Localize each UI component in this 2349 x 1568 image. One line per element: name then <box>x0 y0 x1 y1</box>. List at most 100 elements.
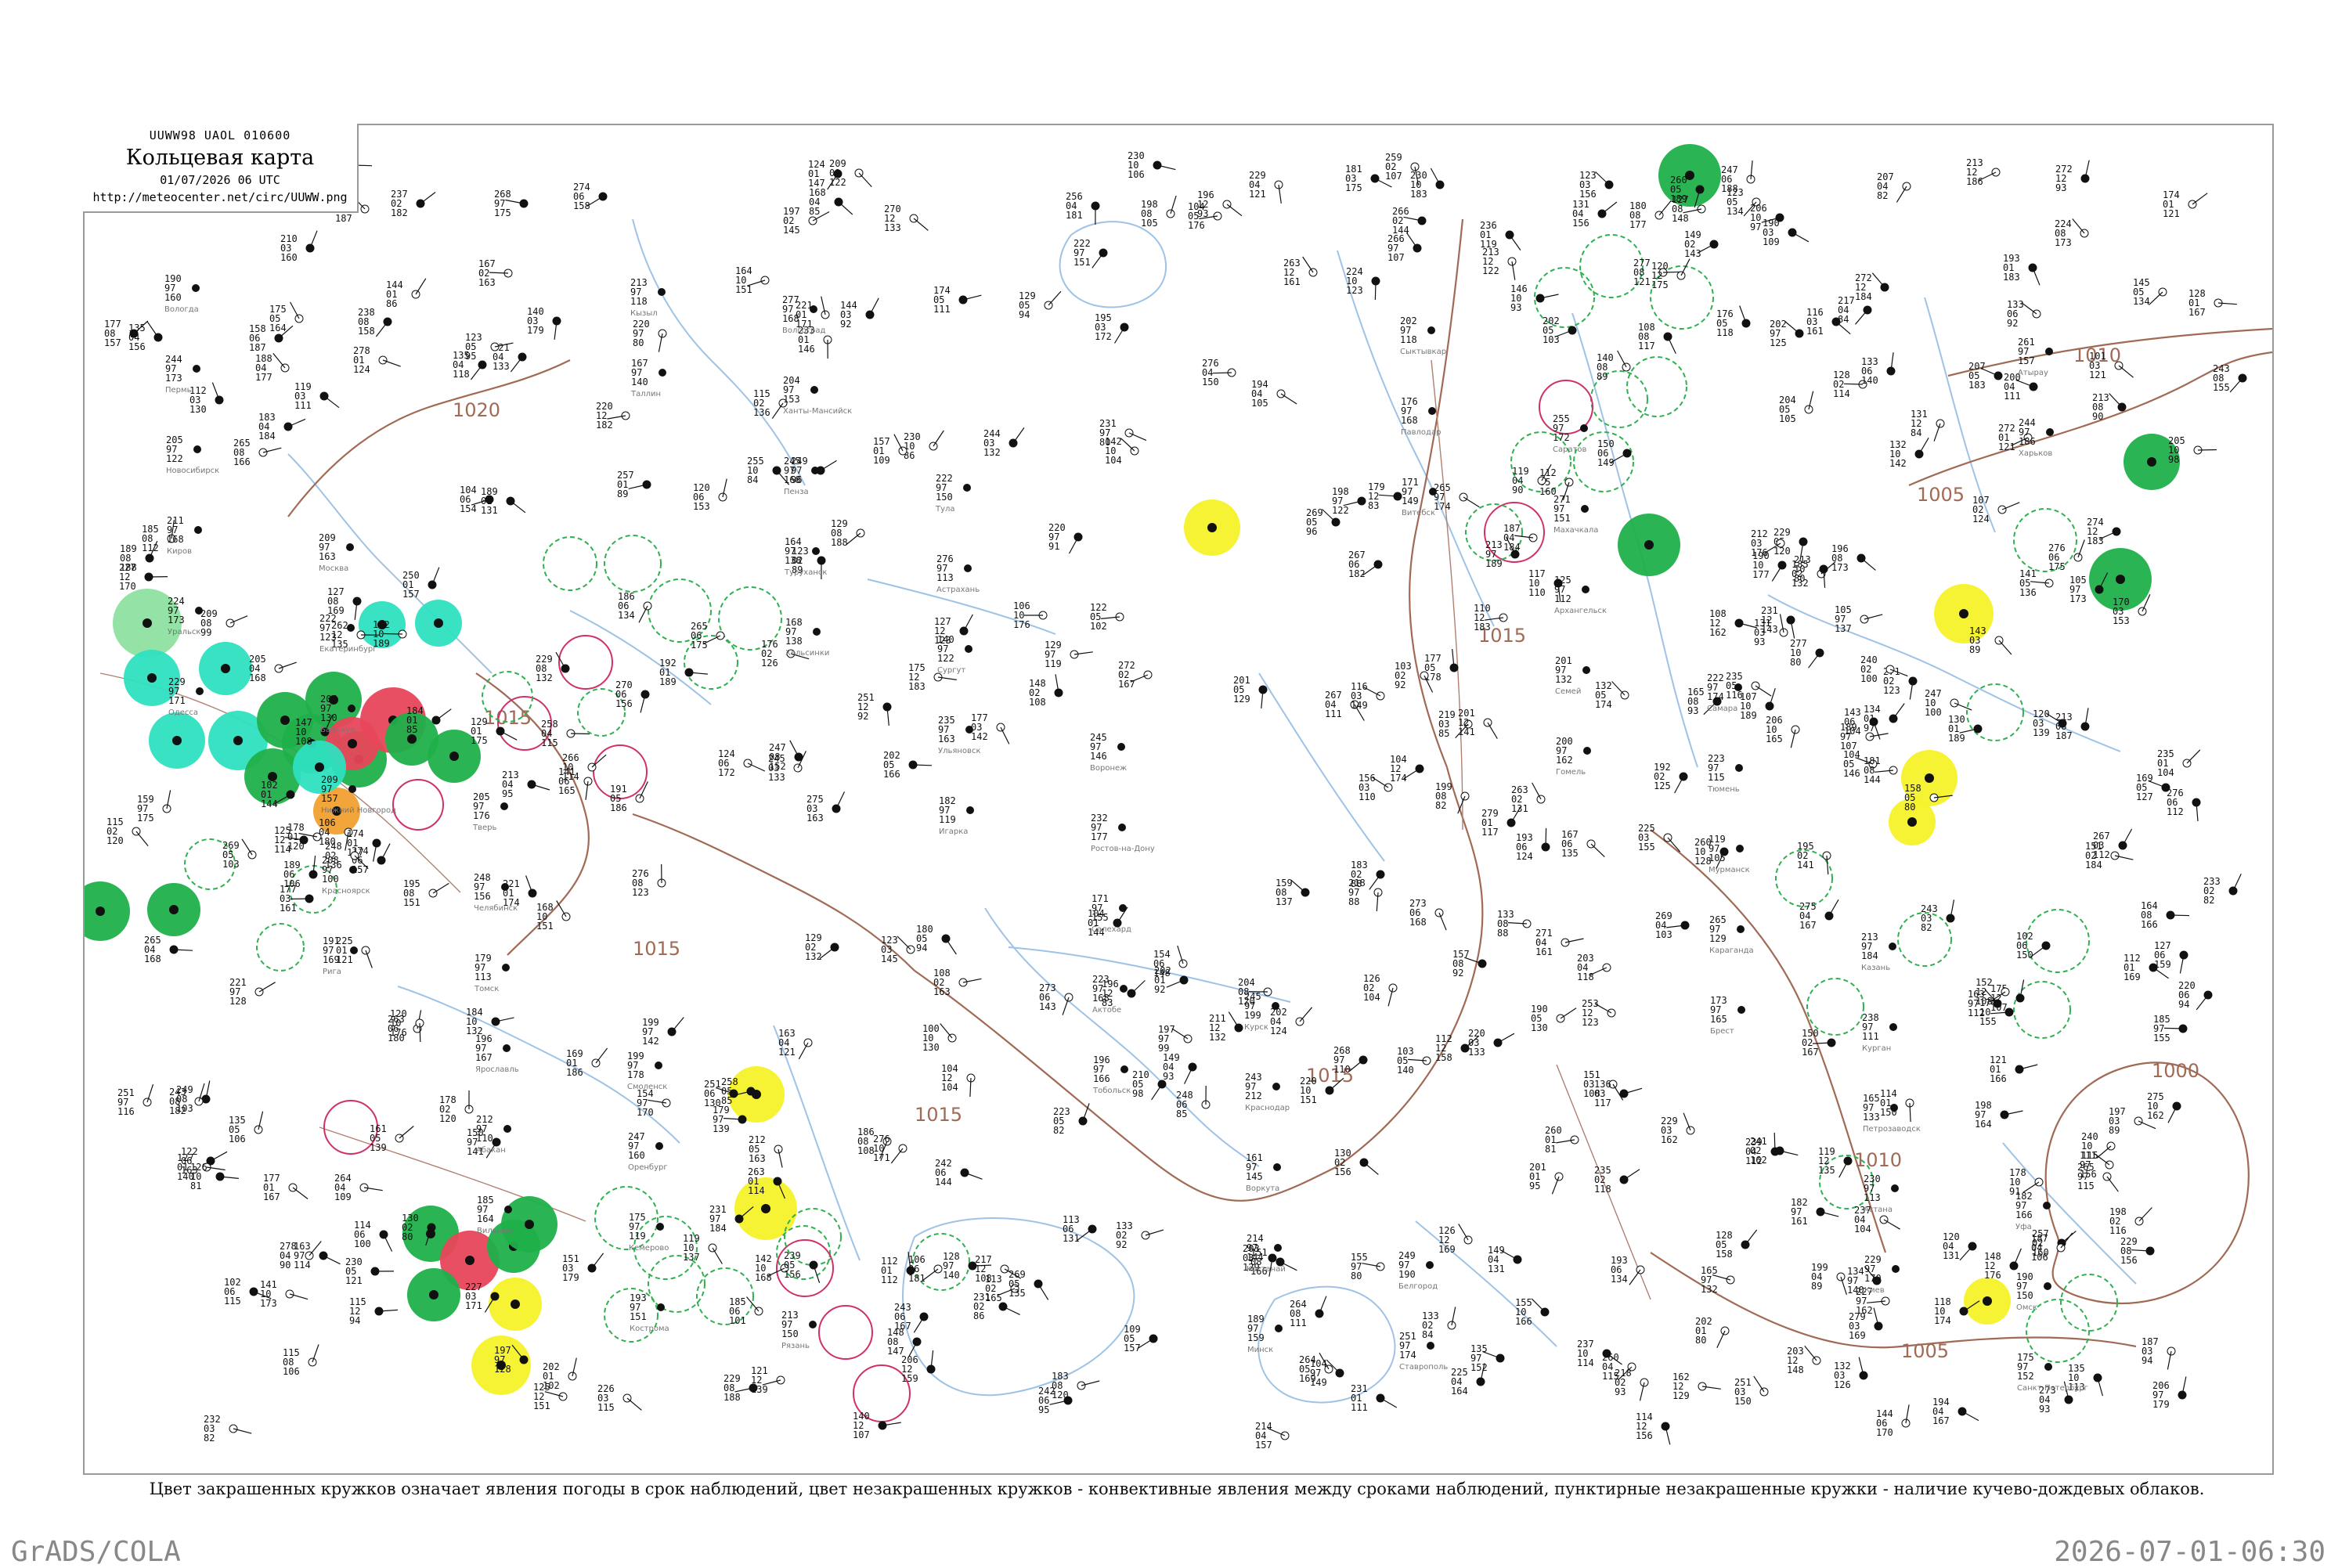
station-plot: 20205166 <box>883 750 932 780</box>
station-value: 89 <box>2109 1125 2120 1136</box>
station-name: Астрахань <box>936 586 980 594</box>
station-dot <box>2043 1202 2051 1209</box>
wind-barb <box>1561 1008 1576 1018</box>
station-dot <box>193 365 200 373</box>
station-value: 163 <box>749 1153 766 1164</box>
station-value: 101 <box>729 1315 746 1326</box>
station-value: 184 <box>709 1223 727 1234</box>
station-plot: 1330292 <box>1116 1220 1164 1250</box>
station-value: 173 <box>168 615 185 625</box>
river-line <box>570 611 711 705</box>
station-plot: 20205103 <box>1543 315 1576 345</box>
station-dot <box>194 526 202 534</box>
station-name: Рига <box>323 968 341 976</box>
station-plot: 17505164 <box>269 302 303 333</box>
station-plot: 17705178 <box>1424 649 1458 683</box>
wind-barb <box>1602 202 1617 214</box>
wind-barb <box>2139 1208 2152 1222</box>
station-plot: 21312186 <box>1966 157 2000 187</box>
station-plot: 16408166 <box>2141 900 2189 930</box>
wind-barb <box>933 431 944 446</box>
station-plot: 18704106 <box>2031 1233 2073 1263</box>
station-name: Одесса <box>168 708 198 717</box>
station-name: Вологда <box>164 305 199 314</box>
station-value: 89 <box>617 488 628 499</box>
station-value: 130 <box>922 1042 940 1053</box>
wind-barb <box>384 1235 392 1252</box>
station-value: 118 <box>1594 1184 1611 1195</box>
station-dot <box>348 739 357 748</box>
station-value: 127 <box>2136 791 2153 802</box>
station-value: 141 <box>1797 860 1814 871</box>
named-station: 18297166Уфа <box>2015 1191 2051 1231</box>
station-name: Ульяновск <box>938 747 980 755</box>
named-station: 20197132Семей <box>1555 655 1590 696</box>
station-value: 143 <box>1684 248 1701 259</box>
wind-barb <box>748 763 765 771</box>
station-value: 112 <box>881 1274 898 1285</box>
station-plot: 10010130 <box>922 1023 956 1053</box>
station-name: Ставрополь <box>1399 1363 1448 1372</box>
station-value: 137 <box>1276 896 1293 907</box>
station-value: 122 <box>937 653 954 664</box>
station-plot: 16304121 <box>778 1028 812 1059</box>
station-plot: 1870394 <box>2142 1336 2175 1370</box>
station-plot: 20112141 <box>1458 708 1497 739</box>
station-value: 165 <box>1766 734 1783 744</box>
station-value: 108 <box>857 1145 875 1156</box>
wind-barb <box>1861 558 1875 570</box>
station-dot <box>811 467 819 474</box>
station-plot: 26508166 <box>233 438 281 467</box>
station-plot: 27006156 <box>615 679 649 712</box>
station-value: 139 <box>370 1142 387 1153</box>
station-plot: 2180293 <box>1615 1368 1648 1400</box>
station-dot <box>1892 1265 1900 1273</box>
station-value: 165 <box>1710 1014 1727 1025</box>
wind-barb <box>1115 327 1125 344</box>
station-name: Салехард <box>1092 925 1131 934</box>
station-value: 188 <box>831 537 848 548</box>
wind-barb <box>1532 783 1541 799</box>
named-station: 24797160Оренбург <box>628 1131 668 1172</box>
station-value: 169 <box>323 954 340 965</box>
station-value: 183 <box>908 681 926 692</box>
station-value: 166 <box>1990 1073 2007 1084</box>
named-station: 27697113Астрахань <box>936 553 980 594</box>
named-station: 11997105Мурманск <box>1709 834 1750 874</box>
station-plot: 1340197 <box>1864 704 1904 734</box>
wind-barb <box>2119 366 2134 377</box>
wind-barb <box>288 419 305 427</box>
station-value: 171 <box>465 1300 482 1311</box>
station-value: 111 <box>933 304 951 315</box>
station-value: 155 <box>2153 1033 2170 1044</box>
station-plot: 2511292 <box>857 692 891 726</box>
station-plot: 27604150 <box>1202 358 1236 387</box>
station-dot <box>2044 1363 2052 1371</box>
station-plot: 19404105 <box>1251 379 1297 409</box>
named-station: 21397184Казань <box>1861 932 1896 972</box>
station-value: 166 <box>233 456 251 467</box>
station-name: Актобе <box>1092 1006 1121 1015</box>
station-name: Ярославль <box>475 1065 519 1074</box>
station-value: 176 <box>473 810 490 821</box>
station-plot: 11508106 <box>283 1344 319 1377</box>
station-value: 172 <box>1553 432 1570 443</box>
station-dot <box>315 762 324 772</box>
station-plot: 19608173 <box>1831 543 1875 573</box>
wind-barb <box>1884 1220 1900 1229</box>
station-plot: 1330692 <box>2007 299 2040 329</box>
station-name: Санкт-Петербург <box>2017 1384 2088 1393</box>
station-value: 91 <box>1048 541 1059 552</box>
wind-barb <box>1001 727 1009 744</box>
station-plot: 22101174 <box>503 876 536 909</box>
station-plot: 23502118 <box>1594 1165 1640 1195</box>
station-value: 141 <box>1458 726 1475 737</box>
station-dot <box>1119 904 1127 912</box>
wind-barb <box>914 218 928 230</box>
station-value: 179 <box>2152 1399 2170 1410</box>
station-value: 85 <box>406 724 417 735</box>
station-value: 123 <box>1346 285 1363 296</box>
station-name: Екатеринбург <box>319 645 377 654</box>
station-plot: 12997119 <box>1045 640 1093 669</box>
station-value: 159 <box>2154 959 2171 970</box>
